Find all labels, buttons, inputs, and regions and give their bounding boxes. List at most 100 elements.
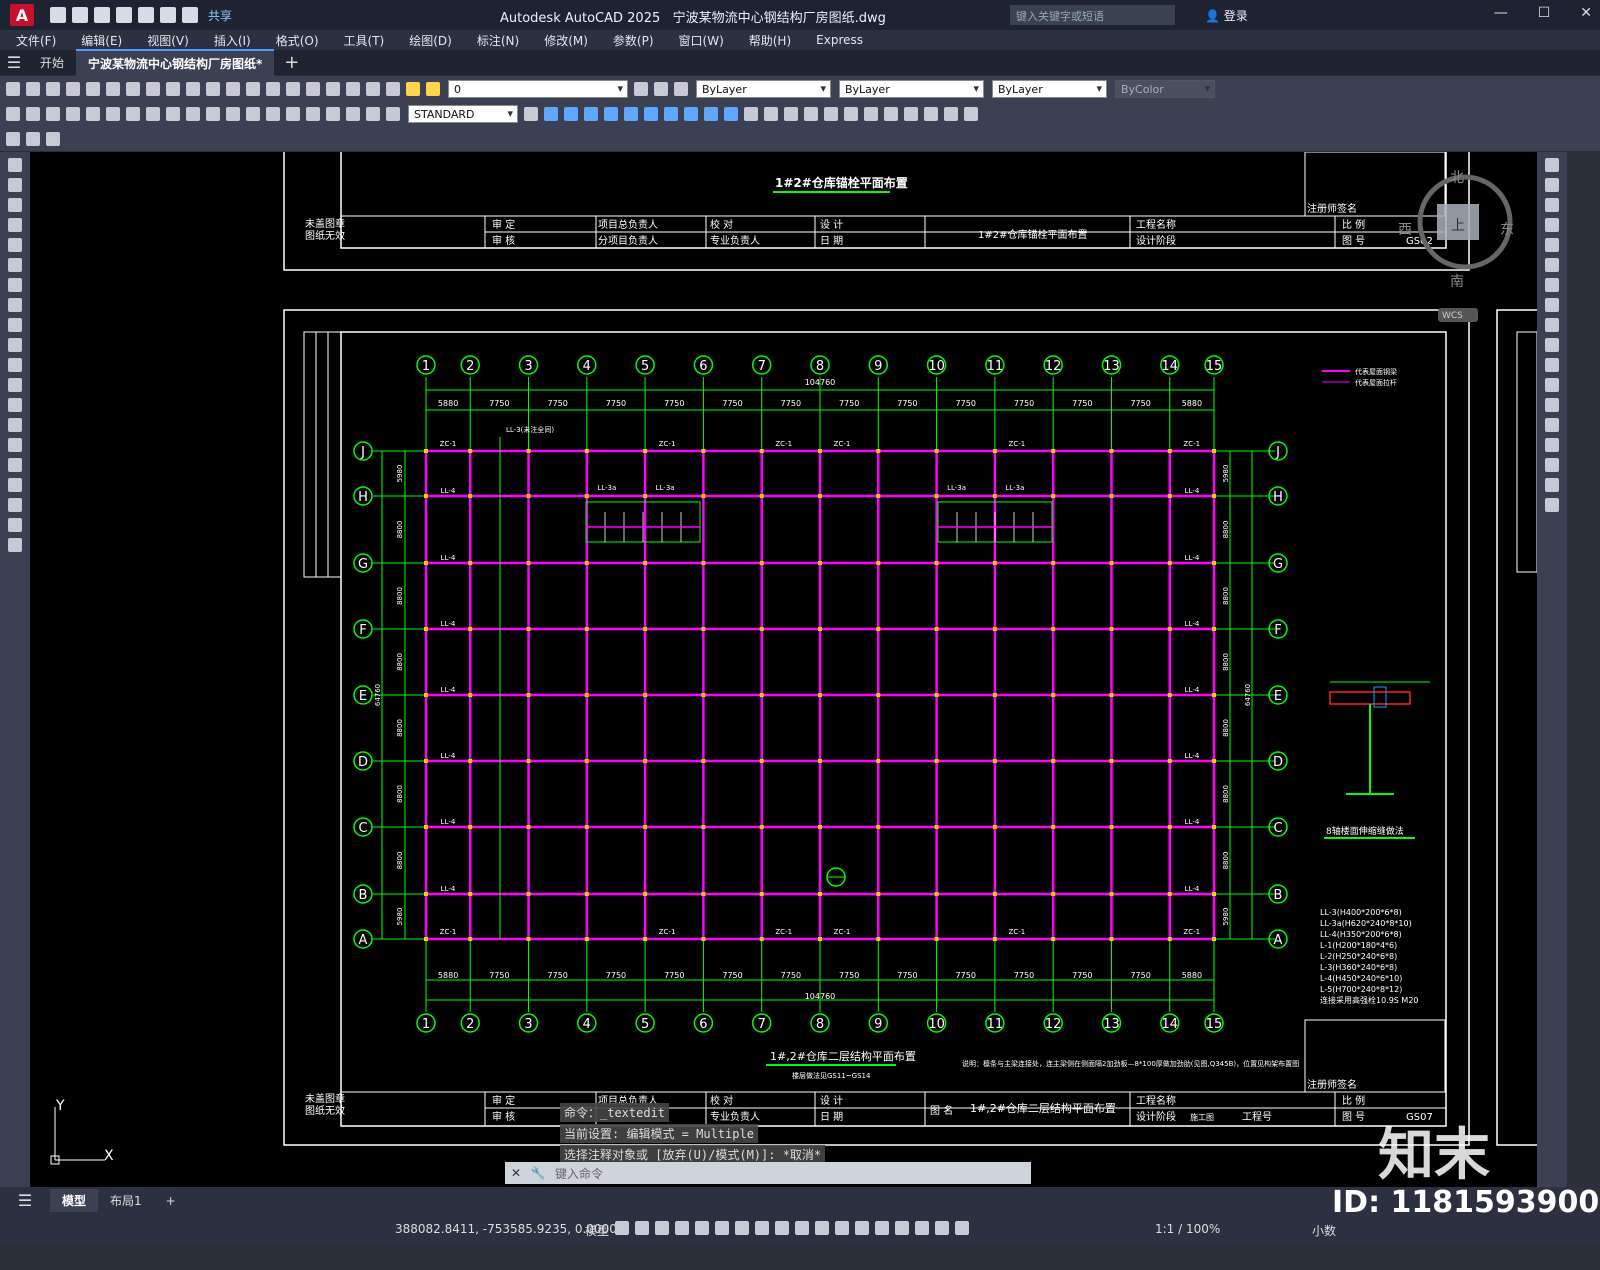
plot-icon[interactable]: [138, 7, 154, 23]
viewcube-east[interactable]: 东: [1500, 222, 1514, 238]
trim-icon[interactable]: [1545, 338, 1559, 352]
angular-icon[interactable]: [146, 106, 160, 121]
array-icon[interactable]: [1545, 238, 1559, 252]
scale-icon[interactable]: [1545, 298, 1559, 312]
stretch-icon[interactable]: [1545, 318, 1559, 332]
menu-item[interactable]: 工具(T): [344, 32, 385, 49]
command-input[interactable]: 键入命令: [549, 1165, 1031, 1182]
view-nw-icon[interactable]: [724, 106, 738, 121]
menu-item[interactable]: 修改(M): [544, 32, 588, 49]
chamfer-icon[interactable]: [1545, 438, 1559, 452]
paste-icon[interactable]: [166, 81, 180, 96]
circle-icon[interactable]: [8, 278, 22, 292]
mirror-icon[interactable]: [1545, 198, 1559, 212]
block-save-icon[interactable]: [26, 131, 40, 146]
units-display[interactable]: 小数: [1312, 1222, 1336, 1239]
menu-item[interactable]: 标注(N): [477, 32, 519, 49]
design-center-icon[interactable]: [306, 81, 320, 96]
diameter-icon[interactable]: [126, 106, 140, 121]
tolerance-icon[interactable]: [266, 106, 280, 121]
ucs-world-icon[interactable]: [764, 106, 778, 121]
view-left-icon[interactable]: [584, 106, 598, 121]
make-block-icon[interactable]: [8, 398, 22, 412]
selection-cycling-icon[interactable]: [835, 1221, 849, 1235]
ucs-view-icon[interactable]: [844, 106, 858, 121]
lineweight-dropdown[interactable]: ByLayer: [992, 79, 1107, 98]
snap-icon[interactable]: [635, 1221, 649, 1235]
radius-icon[interactable]: [86, 106, 100, 121]
gizmo-icon[interactable]: [915, 1221, 929, 1235]
viewcube-south[interactable]: 南: [1450, 274, 1464, 290]
ucs-icon[interactable]: [744, 106, 758, 121]
zoom-icon[interactable]: [246, 81, 260, 96]
move-icon[interactable]: [1545, 258, 1559, 272]
minimize-icon[interactable]: —: [1494, 5, 1508, 21]
undo-icon[interactable]: [160, 7, 176, 23]
quick-dim-icon[interactable]: [166, 106, 180, 121]
arc-icon[interactable]: [8, 258, 22, 272]
new-icon[interactable]: [6, 81, 20, 96]
ucs-z-icon[interactable]: [964, 106, 978, 121]
save-icon[interactable]: [46, 81, 60, 96]
lineweight-icon[interactable]: [795, 1221, 809, 1235]
annotation-scale[interactable]: 1:1 / 100%: [1155, 1222, 1220, 1236]
menu-item[interactable]: 参数(P): [613, 32, 654, 49]
preview-icon[interactable]: [86, 81, 100, 96]
view-back-icon[interactable]: [644, 106, 658, 121]
dim-text-edit-icon[interactable]: [366, 106, 380, 121]
close-command-icon[interactable]: ✕: [505, 1166, 527, 1180]
search-input[interactable]: 键入关键字或短语: [1010, 5, 1175, 25]
space-icon[interactable]: [226, 106, 240, 121]
view-bottom-icon[interactable]: [564, 106, 578, 121]
break-point-icon[interactable]: [1545, 378, 1559, 392]
copy-object-icon[interactable]: [1545, 178, 1559, 192]
ucs-y-icon[interactable]: [944, 106, 958, 121]
open-icon[interactable]: [72, 7, 88, 23]
menu-item[interactable]: 窗口(W): [679, 32, 724, 49]
view-front-icon[interactable]: [624, 106, 638, 121]
baseline-icon[interactable]: [186, 106, 200, 121]
tab-model[interactable]: 模型: [50, 1189, 99, 1212]
osnap-icon[interactable]: [775, 1221, 789, 1235]
undo-icon[interactable]: [186, 81, 200, 96]
model-space-toggle[interactable]: 模型: [585, 1222, 609, 1239]
isodraft-icon[interactable]: [735, 1221, 749, 1235]
saveas-icon[interactable]: [116, 7, 132, 23]
ellipse-icon[interactable]: [8, 338, 22, 352]
rectangle-icon[interactable]: [8, 238, 22, 252]
viewcube-west[interactable]: 西: [1398, 222, 1412, 238]
maximize-icon[interactable]: ☐: [1538, 5, 1551, 21]
hamburger-icon[interactable]: ☰: [0, 53, 28, 72]
save-icon[interactable]: [94, 7, 110, 23]
insert-block-icon[interactable]: [8, 378, 22, 392]
autocad-logo[interactable]: A: [10, 4, 34, 26]
line-icon[interactable]: [8, 158, 22, 172]
linear-dim-icon[interactable]: [6, 106, 20, 121]
add-selected-icon[interactable]: [8, 538, 22, 552]
login-button[interactable]: 👤 登录: [1205, 7, 1248, 24]
menu-item[interactable]: 编辑(E): [81, 32, 122, 49]
cut-icon[interactable]: [126, 81, 140, 96]
menu-item[interactable]: 格式(O): [276, 32, 319, 49]
dim-edit-icon[interactable]: [346, 106, 360, 121]
customize-icon[interactable]: 🔧: [527, 1166, 549, 1180]
ortho-icon[interactable]: [695, 1221, 709, 1235]
ucs-zaxis-icon[interactable]: [884, 106, 898, 121]
layer-manager-icon[interactable]: [386, 81, 400, 96]
zoom-window-icon[interactable]: [266, 81, 280, 96]
center-mark-icon[interactable]: [286, 106, 300, 121]
close-icon[interactable]: ✕: [1580, 5, 1592, 21]
transparency-icon[interactable]: [815, 1221, 829, 1235]
plotstyle-dropdown[interactable]: ByColor: [1115, 79, 1215, 98]
help-icon[interactable]: [366, 81, 380, 96]
continue-icon[interactable]: [206, 106, 220, 121]
annotation-visibility-icon[interactable]: [935, 1221, 949, 1235]
layer-previous-icon[interactable]: [654, 81, 668, 96]
tab-start[interactable]: 开始: [28, 50, 76, 75]
infer-icon[interactable]: [655, 1221, 669, 1235]
viewcube-north[interactable]: 北: [1450, 170, 1464, 186]
copy-icon[interactable]: [146, 81, 160, 96]
dim-style-dropdown[interactable]: STANDARD: [408, 104, 518, 123]
ucs-face-icon[interactable]: [804, 106, 818, 121]
region-icon[interactable]: [8, 478, 22, 492]
